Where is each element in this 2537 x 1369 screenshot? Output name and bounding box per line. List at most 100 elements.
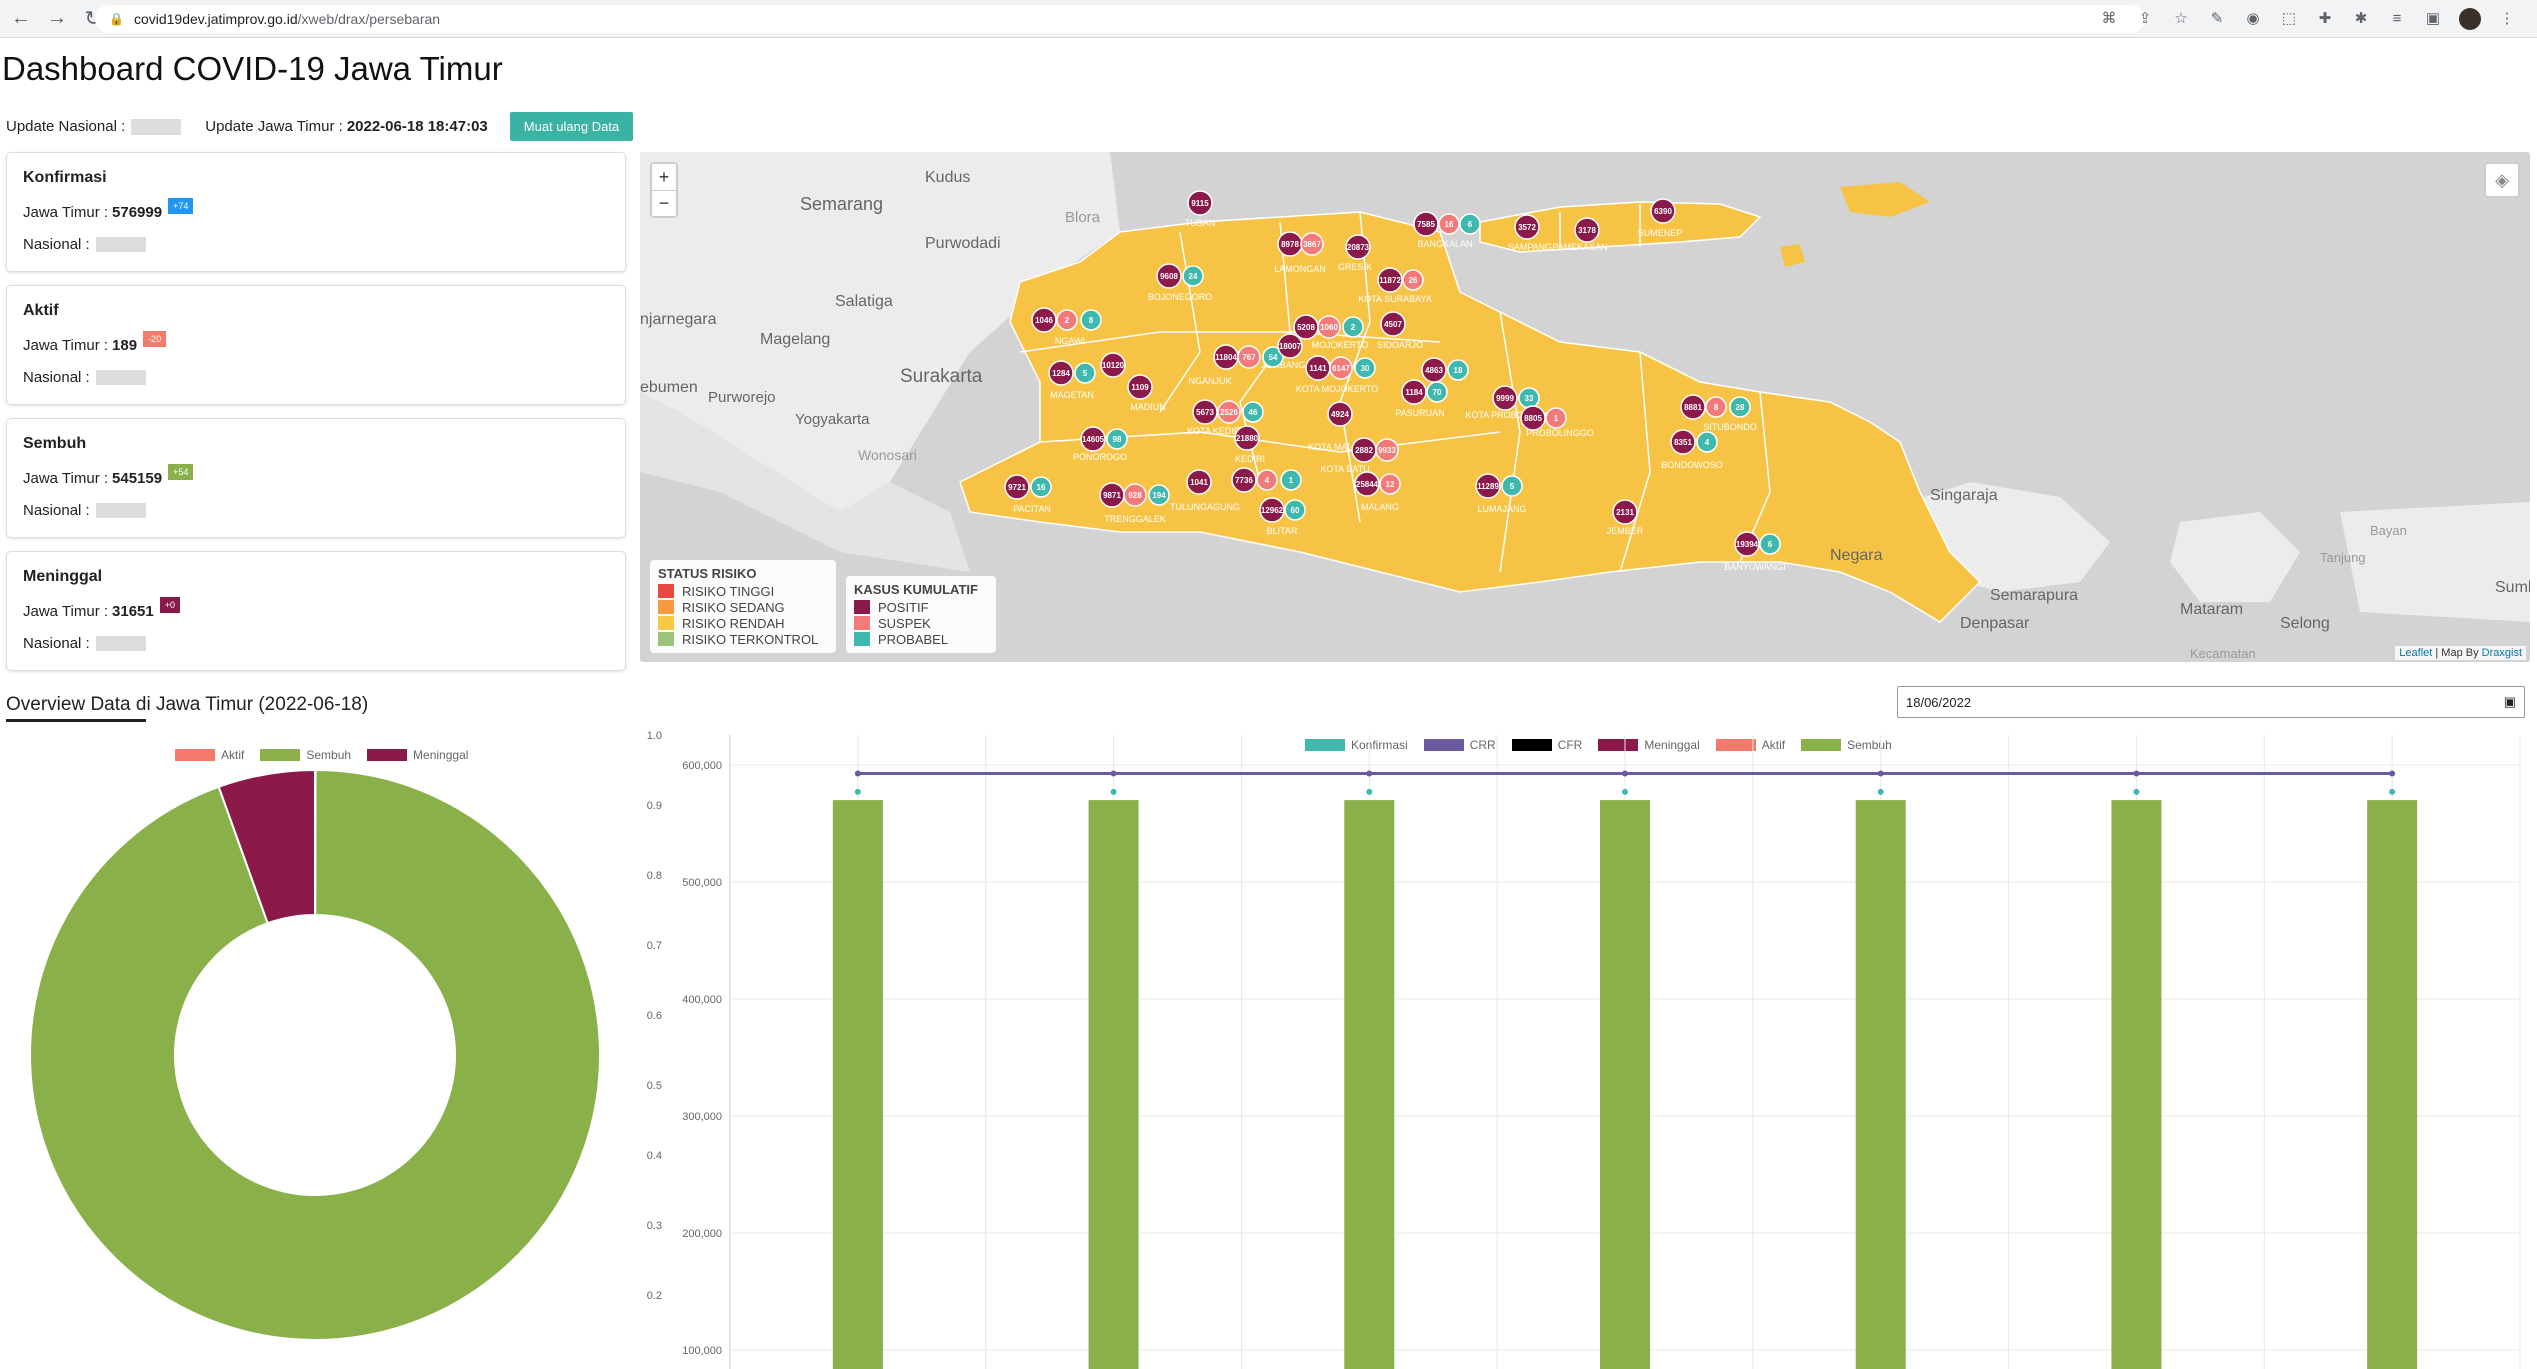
zoom-in-button[interactable]: + bbox=[652, 164, 676, 190]
doughnut-svg bbox=[29, 768, 601, 1341]
marker-suspek: 767 bbox=[1237, 345, 1261, 369]
overview-underline bbox=[6, 719, 146, 722]
marker-positif: 1046 bbox=[1031, 307, 1057, 333]
region-label: SIDOARJO bbox=[1377, 340, 1423, 350]
legend-label: RISIKO TERKONTROL bbox=[682, 631, 819, 647]
card-aktif: Aktif Jawa Timur :189 -20 Nasional : bbox=[6, 285, 626, 405]
place-label: Denpasar bbox=[1960, 615, 2030, 632]
calendar-icon[interactable]: ▣ bbox=[2504, 694, 2516, 710]
update-nasional-label: Update Nasional : bbox=[6, 118, 126, 135]
region-label: MOJOKERTO bbox=[1312, 340, 1369, 350]
forward-icon[interactable]: → bbox=[42, 4, 72, 34]
share-icon[interactable]: ⇪ bbox=[2135, 8, 2155, 28]
extension-icon[interactable]: ✎ bbox=[2207, 8, 2227, 28]
svg-text:3867: 3867 bbox=[1303, 240, 1321, 249]
legend-label: PROBABEL bbox=[878, 631, 949, 647]
marker-suspek: 8 bbox=[1705, 396, 1727, 418]
point-konfirmasi bbox=[1110, 788, 1117, 795]
y1-tick-label: 0.9 bbox=[647, 800, 662, 812]
plus-icon[interactable]: ✚ bbox=[2315, 8, 2335, 28]
reload-data-button[interactable]: Muat ulang Data bbox=[509, 112, 634, 141]
svg-text:7736: 7736 bbox=[1235, 476, 1253, 485]
address-bar[interactable]: 🔒 covid19dev.jatimprov.go.id/xweb/drax/p… bbox=[95, 5, 2145, 33]
marker-probabel: 28 bbox=[1729, 396, 1751, 418]
svg-text:1284: 1284 bbox=[1052, 369, 1070, 378]
svg-text:8351: 8351 bbox=[1674, 438, 1692, 447]
camera-icon[interactable]: ◉ bbox=[2243, 8, 2263, 28]
point-konfirmasi bbox=[1622, 788, 1628, 795]
leaflet-link[interactable]: Leaflet bbox=[2399, 647, 2432, 659]
back-icon[interactable]: ← bbox=[6, 4, 36, 34]
y1-tick-label: 0.3 bbox=[647, 1220, 662, 1232]
draxgist-link[interactable]: Draxgist bbox=[2482, 647, 2522, 659]
marker-probabel: 60 bbox=[1284, 499, 1306, 521]
svg-text:12962: 12962 bbox=[1261, 506, 1284, 515]
svg-text:10120: 10120 bbox=[1102, 361, 1125, 370]
url-path: /xweb/drax/persebaran bbox=[297, 11, 441, 27]
date-picker-input[interactable]: 18/06/2022 ▣ bbox=[1897, 686, 2525, 718]
map-attribution: Leaflet | Map By Draxgist bbox=[2395, 646, 2526, 660]
extension-icon[interactable]: ⬚ bbox=[2279, 8, 2299, 28]
svg-text:26: 26 bbox=[1409, 276, 1418, 285]
url-host: covid19dev.jatimprov.go.id bbox=[133, 11, 298, 27]
delta-badge: +74 bbox=[168, 198, 194, 214]
marker-positif: 2131 bbox=[1612, 499, 1638, 525]
marker-positif: 14605 bbox=[1080, 426, 1106, 452]
marker-positif: 8978 bbox=[1277, 231, 1303, 257]
svg-text:9115: 9115 bbox=[1191, 199, 1209, 208]
svg-text:2882: 2882 bbox=[1355, 446, 1373, 455]
marker-probabel: 33 bbox=[1518, 387, 1540, 409]
place-label: Surakarta bbox=[900, 366, 983, 387]
legend-swatch bbox=[658, 632, 674, 646]
region-label: NGANJUK bbox=[1188, 376, 1231, 386]
zoom-out-button[interactable]: − bbox=[652, 190, 676, 216]
y-tick-label: 400,000 bbox=[682, 994, 722, 1006]
star-icon[interactable]: ☆ bbox=[2171, 8, 2191, 28]
jatim-value: 545159 bbox=[112, 469, 163, 487]
y1-tick-label: 0.4 bbox=[647, 1150, 662, 1162]
region-label: KOTA KEDIRI bbox=[1187, 426, 1243, 436]
menu-icon[interactable]: ⋮ bbox=[2497, 8, 2517, 28]
translate-icon[interactable]: ⌘ bbox=[2099, 8, 2119, 28]
svg-text:19394: 19394 bbox=[1736, 540, 1759, 549]
redacted-value bbox=[95, 236, 146, 252]
place-label: Singaraja bbox=[1930, 487, 1998, 504]
legend-swatch bbox=[854, 600, 870, 614]
puzzle-icon[interactable]: ✱ bbox=[2351, 8, 2371, 28]
svg-text:2: 2 bbox=[1065, 316, 1070, 325]
svg-text:54: 54 bbox=[1269, 353, 1278, 362]
svg-text:30: 30 bbox=[1361, 364, 1370, 373]
svg-text:8805: 8805 bbox=[1524, 414, 1542, 423]
marker-positif: 11289 bbox=[1475, 473, 1501, 499]
place-label: Magelang bbox=[760, 331, 830, 348]
card-title: Meninggal bbox=[23, 568, 103, 585]
layers-icon[interactable]: ◈ bbox=[2484, 162, 2520, 198]
place-label: Blora bbox=[1065, 209, 1101, 226]
marker-positif: 4507 bbox=[1380, 311, 1406, 337]
marker-positif: 9871 bbox=[1099, 482, 1125, 508]
svg-text:4: 4 bbox=[1265, 476, 1270, 485]
marker-suspek: 16 bbox=[1438, 213, 1460, 235]
marker-probabel: 2 bbox=[1342, 316, 1364, 338]
covid-map[interactable]: Kudus Semarang Blora Purwodadi Salatiga … bbox=[640, 152, 2530, 662]
svg-text:5: 5 bbox=[1083, 369, 1088, 378]
svg-text:7585: 7585 bbox=[1417, 220, 1435, 229]
svg-text:5673: 5673 bbox=[1196, 408, 1214, 417]
svg-text:4507: 4507 bbox=[1384, 320, 1402, 329]
profile-avatar[interactable] bbox=[2459, 8, 2481, 30]
point-crr bbox=[854, 770, 861, 777]
bar-sembuh bbox=[1088, 800, 1139, 1369]
marker-positif: 11804 bbox=[1213, 344, 1239, 370]
sidepanel-icon[interactable]: ▣ bbox=[2423, 8, 2443, 28]
place-label: Kecamatan bbox=[2190, 646, 2256, 661]
marker-probabel: 16 bbox=[1030, 476, 1052, 498]
bar-sembuh bbox=[1344, 800, 1395, 1369]
marker-probabel: 8 bbox=[1080, 309, 1102, 331]
legend-swatch bbox=[854, 632, 870, 646]
svg-text:16: 16 bbox=[1037, 483, 1046, 492]
marker-positif: 11872 bbox=[1377, 267, 1403, 293]
marker-positif: 8351 bbox=[1670, 429, 1696, 455]
playlist-icon[interactable]: ≡ bbox=[2387, 8, 2407, 28]
marker-probabel: 98 bbox=[1106, 428, 1128, 450]
svg-text:8: 8 bbox=[1714, 403, 1719, 412]
